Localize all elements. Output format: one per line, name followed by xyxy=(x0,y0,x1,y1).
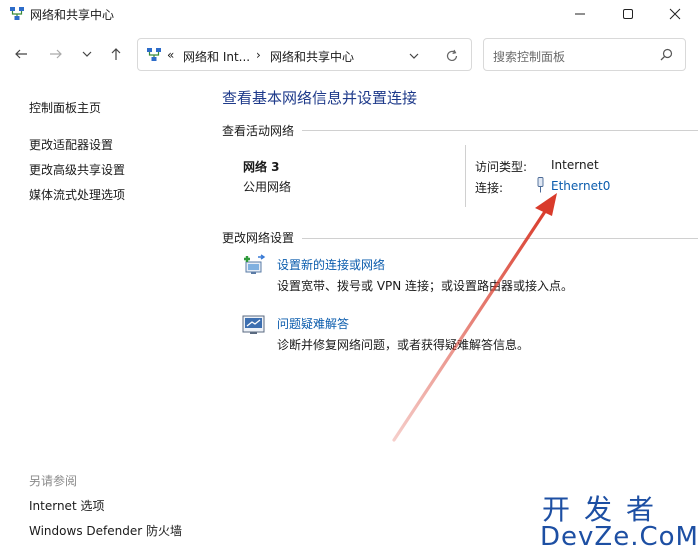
page-title: 查看基本网络信息并设置连接 xyxy=(222,89,418,107)
chevron-down-icon[interactable] xyxy=(409,51,419,61)
address-overflow[interactable]: « xyxy=(167,48,174,62)
change-network-settings-heading: 更改网络设置 xyxy=(222,231,295,245)
access-type-label: 访问类型: xyxy=(475,160,528,174)
window-title: 网络和共享中心 xyxy=(30,8,115,22)
recent-locations-button[interactable] xyxy=(75,42,99,66)
chevron-down-icon xyxy=(82,51,92,57)
arrow-right-icon xyxy=(50,49,62,59)
minimize-button[interactable] xyxy=(557,0,603,28)
connections-label: 连接: xyxy=(475,181,504,195)
change-adapter-settings-link[interactable]: 更改适配器设置 xyxy=(29,136,113,153)
control-panel-home-link[interactable]: 控制面板主页 xyxy=(29,99,101,116)
forward-button[interactable] xyxy=(44,42,68,66)
media-streaming-options-link[interactable]: 媒体流式处理选项 xyxy=(29,186,125,203)
network-icon xyxy=(10,7,24,20)
ethernet-icon xyxy=(537,177,544,193)
refresh-icon[interactable] xyxy=(445,49,459,63)
search-box[interactable]: 搜索控制面板 xyxy=(483,38,686,71)
minimize-icon xyxy=(575,13,585,15)
title-bar: 网络和共享中心 xyxy=(0,0,698,28)
see-also-heading: 另请参阅 xyxy=(29,474,78,488)
watermark-logo: 开发者 DevZe.CoM xyxy=(538,488,698,554)
maximize-icon xyxy=(623,9,633,19)
search-input[interactable]: 搜索控制面板 xyxy=(493,48,565,65)
address-bar[interactable]: « 网络和 Int... › 网络和共享中心 xyxy=(137,38,472,71)
network-icon xyxy=(147,48,161,61)
setup-new-connection-description: 设置宽带、拨号或 VPN 连接；或设置路由器或接入点。 xyxy=(277,279,574,293)
divider xyxy=(465,145,466,207)
access-type-value: Internet xyxy=(551,158,599,172)
windows-defender-firewall-link[interactable]: Windows Defender 防火墙 xyxy=(29,522,182,539)
close-button[interactable] xyxy=(652,0,698,28)
arrow-left-icon xyxy=(15,49,27,59)
maximize-button[interactable] xyxy=(605,0,651,28)
close-icon xyxy=(669,8,681,20)
breadcrumb-network-internet[interactable]: 网络和 Int... xyxy=(183,48,250,65)
breadcrumb-separator[interactable]: › xyxy=(256,48,261,62)
troubleshoot-description: 诊断并修复网络问题，或者获得疑难解答信息。 xyxy=(277,338,530,352)
divider xyxy=(302,238,698,239)
change-advanced-sharing-link[interactable]: 更改高级共享设置 xyxy=(29,161,125,178)
back-button[interactable] xyxy=(9,42,33,66)
internet-options-link[interactable]: Internet 选项 xyxy=(29,497,104,514)
arrow-up-icon xyxy=(111,48,121,60)
ethernet0-link[interactable]: Ethernet0 xyxy=(551,179,610,193)
troubleshoot-icon xyxy=(242,315,265,334)
watermark-line2: DevZe.CoM xyxy=(540,522,698,552)
network-category: 公用网络 xyxy=(243,180,292,194)
search-icon[interactable] xyxy=(660,48,673,61)
new-connection-icon xyxy=(244,254,266,274)
troubleshoot-link[interactable]: 问题疑难解答 xyxy=(277,315,349,332)
divider xyxy=(302,130,698,131)
up-button[interactable] xyxy=(104,42,128,66)
network-name: 网络 3 xyxy=(243,160,280,174)
setup-new-connection-link[interactable]: 设置新的连接或网络 xyxy=(277,256,385,273)
active-networks-heading: 查看活动网络 xyxy=(222,124,295,138)
breadcrumb-network-sharing-center[interactable]: 网络和共享中心 xyxy=(270,48,354,65)
